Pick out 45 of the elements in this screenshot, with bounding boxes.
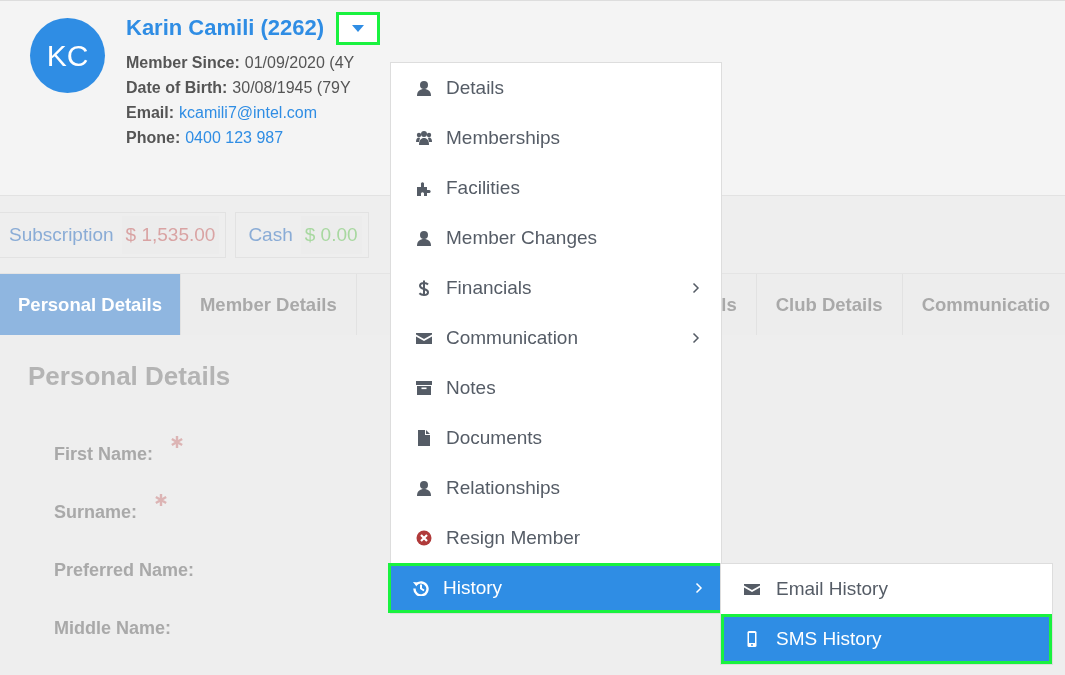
menu-item[interactable]: Notes [391, 363, 721, 413]
field-label: Surname: [54, 502, 138, 523]
menu-item[interactable]: Email History [721, 564, 1052, 614]
member-name: Karin Camili (2262) [126, 15, 325, 41]
close-icon [416, 530, 432, 546]
file-icon [416, 430, 432, 446]
menu-item[interactable]: Details [391, 63, 721, 113]
section-heading: Personal Details [28, 361, 231, 392]
menu-item[interactable]: SMS History [721, 614, 1052, 664]
menu-item[interactable]: Resign Member [391, 513, 721, 563]
field-label: Preferred Name: [54, 560, 195, 581]
field-label: First Name: [54, 444, 154, 465]
envelope-icon [416, 330, 432, 346]
info-label: Member Since: [126, 54, 240, 71]
envelope-icon [744, 581, 760, 597]
phone-icon [744, 631, 760, 647]
info-label: Phone: [126, 129, 181, 146]
chevron-icon [692, 332, 700, 344]
puzzle-icon [416, 180, 432, 196]
users-icon [416, 130, 432, 146]
user-icon [416, 80, 432, 96]
menu-item[interactable]: Member Changes [391, 213, 721, 263]
menu-item[interactable]: Documents [391, 413, 721, 463]
avatar: KC [30, 18, 105, 93]
menu-item[interactable]: Financials [391, 263, 721, 313]
menu-item[interactable]: Memberships [391, 113, 721, 163]
chevron-icon [695, 582, 703, 594]
menu-item[interactable]: Facilities [391, 163, 721, 213]
menu-item[interactable]: Communication [391, 313, 721, 363]
chevron-icon [692, 282, 700, 294]
user-icon [416, 230, 432, 246]
history-icon [413, 580, 429, 596]
dollar-icon [416, 280, 432, 296]
info-label: Date of Birth: [126, 79, 228, 96]
balance-label: Cash [248, 224, 293, 246]
info-value: 01/09/2020 (4Y [244, 54, 355, 71]
caret-icon [352, 24, 365, 32]
info-value: 30/08/1945 (79Y [232, 79, 351, 96]
archive-icon [416, 380, 432, 396]
menu-item[interactable]: Relationships [391, 463, 721, 513]
user-icon [416, 480, 432, 496]
balance-label: Subscription [9, 224, 114, 246]
dropdown-toggle[interactable] [336, 11, 381, 45]
field-label: Middle Name: [54, 618, 172, 639]
info-label: Email: [126, 104, 174, 121]
